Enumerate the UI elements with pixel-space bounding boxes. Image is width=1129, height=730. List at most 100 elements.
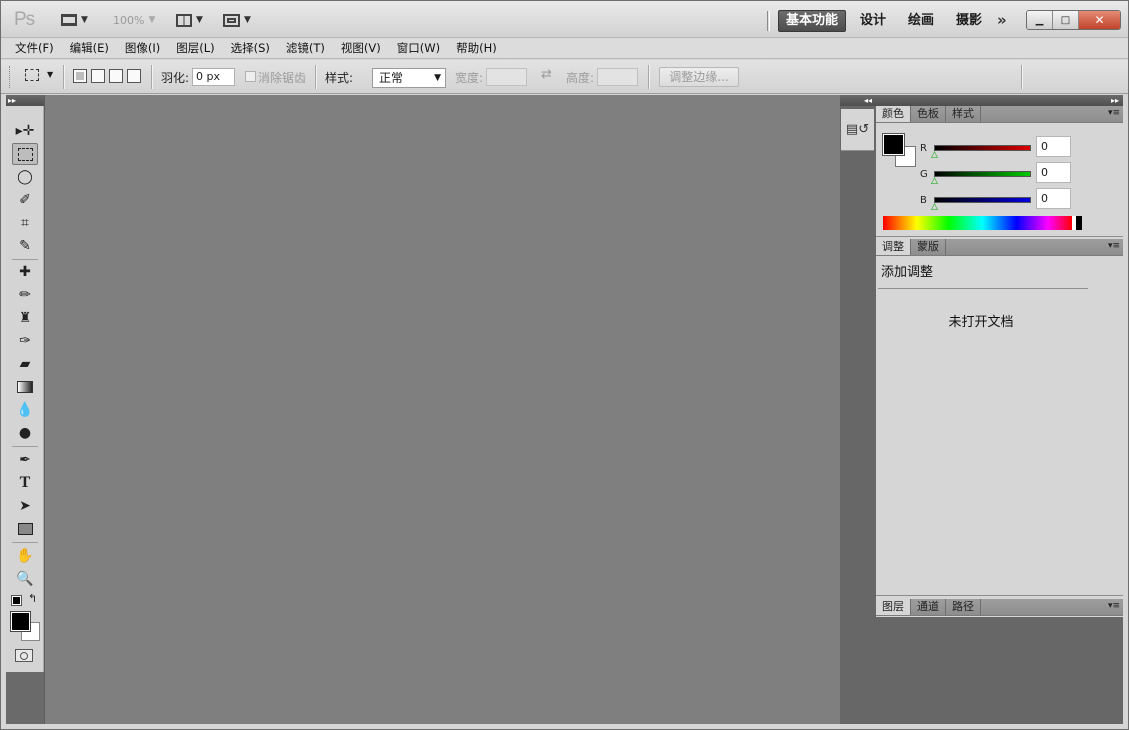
style-select[interactable]: 正常 ▼ xyxy=(372,68,446,88)
menu-filter[interactable]: 滤镜(T) xyxy=(278,40,333,56)
workspace-photography[interactable]: 摄影 xyxy=(949,10,989,32)
green-slider[interactable] xyxy=(934,171,1031,177)
swap-dimensions-icon[interactable]: ⇄ xyxy=(541,67,552,82)
panel-menu-icon[interactable]: ▾≡ xyxy=(1108,108,1120,118)
red-value-input[interactable]: 0 xyxy=(1036,136,1071,157)
red-slider[interactable] xyxy=(934,145,1031,151)
brush-tool-icon[interactable]: ✏ xyxy=(12,284,38,306)
close-button[interactable]: ✕ xyxy=(1079,11,1120,29)
feather-input[interactable]: 0 px xyxy=(192,68,235,86)
divider xyxy=(878,288,1088,289)
quick-mask-icon[interactable] xyxy=(15,649,33,662)
tab-masks[interactable]: 蒙版 xyxy=(911,239,946,255)
path-selection-tool-icon[interactable]: ➤ xyxy=(12,495,38,517)
add-to-selection-icon[interactable] xyxy=(91,69,105,83)
rectangular-marquee-tool-icon[interactable] xyxy=(12,143,38,165)
pen-tool-icon[interactable]: ✒ xyxy=(12,449,38,471)
menu-window[interactable]: 窗口(W) xyxy=(389,40,448,56)
tool-preset-picker[interactable]: ▼ xyxy=(25,69,55,83)
menu-bar: 文件(F) 编辑(E) 图像(I) 图层(L) 选择(S) 滤镜(T) 视图(V… xyxy=(1,38,1128,59)
history-brush-tool-icon[interactable]: ✑ xyxy=(12,330,38,352)
tab-paths[interactable]: 路径 xyxy=(946,599,981,615)
adjustments-panel: 调整 蒙版 ▾≡ 添加调整 未打开文档 xyxy=(876,239,1123,596)
launch-bridge-button[interactable]: ▼ xyxy=(61,11,88,29)
tab-channels[interactable]: 通道 xyxy=(911,599,946,615)
chevron-down-icon: ▼ xyxy=(47,70,54,79)
separator xyxy=(63,65,65,89)
new-selection-icon[interactable] xyxy=(73,69,87,83)
workspace-design[interactable]: 设计 xyxy=(853,10,893,32)
eraser-tool-icon[interactable]: ▰ xyxy=(12,353,38,375)
panel-menu-icon[interactable]: ▾≡ xyxy=(1108,601,1120,611)
default-colors-icon[interactable] xyxy=(11,595,22,606)
width-input[interactable] xyxy=(486,68,527,86)
menu-file[interactable]: 文件(F) xyxy=(7,40,62,56)
workspace-painting[interactable]: 绘画 xyxy=(901,10,941,32)
green-value-input[interactable]: 0 xyxy=(1036,162,1071,183)
zoom-tool-icon[interactable]: 🔍 xyxy=(12,568,38,590)
tab-swatches[interactable]: 色板 xyxy=(911,106,946,122)
feather-label: 羽化: xyxy=(161,71,190,85)
eyedropper-tool-icon[interactable]: ✎ xyxy=(12,235,38,257)
marquee-rect-icon xyxy=(25,69,39,81)
tool-separator xyxy=(12,542,38,543)
menu-view[interactable]: 视图(V) xyxy=(333,40,389,56)
dock-collapse-header[interactable]: ◂◂ xyxy=(840,95,876,106)
menu-image[interactable]: 图像(I) xyxy=(117,40,168,56)
antialias-checkbox[interactable] xyxy=(245,71,256,82)
arrange-documents-button[interactable]: ▼ xyxy=(176,11,203,29)
document-canvas-area[interactable] xyxy=(44,95,840,724)
tools-panel-header[interactable]: ▸▸ xyxy=(6,95,44,106)
hand-tool-icon[interactable]: ✋ xyxy=(12,545,38,567)
history-panel-icon[interactable]: ▤↺ xyxy=(841,109,874,151)
menu-help[interactable]: 帮助(H) xyxy=(448,40,505,56)
menu-edit[interactable]: 编辑(E) xyxy=(62,40,117,56)
red-channel-label: R xyxy=(920,143,927,154)
shape-tool-icon[interactable] xyxy=(12,518,38,540)
panel-menu-icon[interactable]: ▾≡ xyxy=(1108,241,1120,251)
crop-tool-icon[interactable]: ⌗ xyxy=(12,212,38,234)
quick-selection-tool-icon[interactable]: ✐ xyxy=(12,189,38,211)
blur-tool-icon[interactable]: 💧 xyxy=(12,399,38,421)
workspace-essentials[interactable]: 基本功能 xyxy=(778,10,847,32)
zoom-level-dropdown[interactable]: 100% ▼ xyxy=(113,11,155,29)
blue-slider-thumb-icon[interactable]: △ xyxy=(931,202,938,212)
height-input[interactable] xyxy=(597,68,638,86)
tab-layers[interactable]: 图层 xyxy=(876,599,911,615)
workspace-separator xyxy=(767,11,770,31)
color-panel-body: R △ 0 G △ 0 B △ 0 xyxy=(876,123,1123,243)
foreground-color-swatch[interactable] xyxy=(882,133,905,156)
swap-colors-icon[interactable]: ↰ xyxy=(28,592,37,605)
healing-brush-tool-icon[interactable]: ✚ xyxy=(12,261,38,283)
blue-slider[interactable] xyxy=(934,197,1031,203)
window-controls: ▁ □ ✕ xyxy=(1026,10,1121,30)
more-workspaces-button[interactable]: » xyxy=(997,11,1007,29)
dodge-tool-icon[interactable]: ● xyxy=(12,422,38,444)
lasso-tool-icon[interactable]: ◯ xyxy=(12,166,38,188)
film-icon xyxy=(61,14,77,26)
tab-styles[interactable]: 样式 xyxy=(946,106,981,122)
red-slider-thumb-icon[interactable]: △ xyxy=(931,150,938,160)
blue-value-input[interactable]: 0 xyxy=(1036,188,1071,209)
green-slider-thumb-icon[interactable]: △ xyxy=(931,176,938,186)
menu-layer[interactable]: 图层(L) xyxy=(168,40,222,56)
clone-stamp-tool-icon[interactable]: ♜ xyxy=(12,307,38,329)
subtract-from-selection-icon[interactable] xyxy=(109,69,123,83)
panels-header[interactable]: ▸▸ xyxy=(876,95,1123,106)
tab-color[interactable]: 颜色 xyxy=(876,106,911,122)
refine-edge-button[interactable]: 调整边缘... xyxy=(659,67,739,87)
screen-mode-button[interactable]: ▼ xyxy=(223,11,251,29)
color-spectrum-bar[interactable] xyxy=(883,216,1082,230)
maximize-button[interactable]: □ xyxy=(1053,11,1079,29)
intersect-selection-icon[interactable] xyxy=(127,69,141,83)
gradient-tool-icon[interactable] xyxy=(12,376,38,398)
tab-adjustments[interactable]: 调整 xyxy=(876,239,911,255)
dock-empty-area xyxy=(876,617,1123,724)
options-grip[interactable] xyxy=(9,66,12,88)
menu-select[interactable]: 选择(S) xyxy=(223,40,278,56)
minimize-button[interactable]: ▁ xyxy=(1027,11,1053,29)
type-tool-icon[interactable]: T xyxy=(12,472,38,494)
layers-panel-tabs: 图层 通道 路径 ▾≡ xyxy=(876,599,1123,616)
foreground-color-swatch[interactable] xyxy=(10,611,31,632)
move-tool-icon[interactable]: ▸✛ xyxy=(12,120,38,142)
